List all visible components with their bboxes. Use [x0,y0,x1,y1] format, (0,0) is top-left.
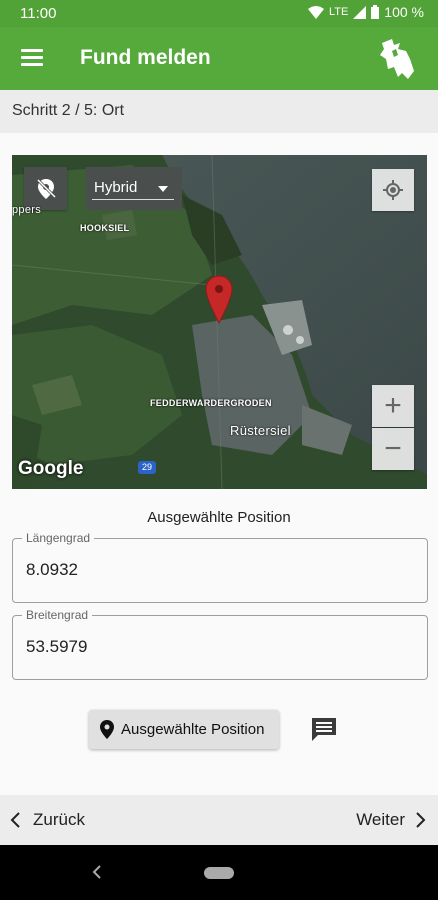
map-type-select[interactable]: Hybrid [86,167,182,210]
chevron-right-icon [416,812,426,828]
longitude-input[interactable] [26,560,406,580]
battery-icon [371,5,380,19]
map-label-ruestersiel: Rüstersiel [230,423,291,438]
my-location-button[interactable] [372,169,414,211]
longitude-label: Längengrad [22,531,95,545]
google-attribution: Google [18,458,84,479]
map-view[interactable]: Hybrid ppers HOOKSIEL FEDDERWARDERGRODEN… [12,155,427,489]
app-title: Fund melden [80,46,211,69]
map-pin-icon [100,720,114,739]
selected-position-button[interactable]: Ausgewählte Position [89,710,279,749]
next-button-label: Weiter [356,810,405,829]
chevron-down-icon [158,186,168,192]
status-icons: LTE 100 % [307,4,424,20]
step-navigation: Zurück Weiter [0,795,438,845]
system-back-icon[interactable] [90,864,104,880]
longitude-field: Längengrad [12,531,428,603]
wifi-icon [307,5,324,19]
gps-icon [383,180,403,200]
menu-icon[interactable] [18,45,46,73]
next-button[interactable]: Weiter [318,795,428,845]
step-indicator: Schritt 2 / 5: Ort [0,90,438,133]
zoom-out-button[interactable]: − [372,428,414,470]
location-off-icon [36,178,56,199]
system-navigation-bar [0,845,438,900]
back-button[interactable]: Zurück [8,795,118,845]
map-type-value: Hybrid [94,179,138,196]
system-home-handle[interactable] [204,867,234,879]
latitude-input[interactable] [26,637,406,657]
step-label: Schritt 2 / 5: Ort [12,102,125,119]
map-marker-icon[interactable] [204,275,234,325]
latitude-label: Breitengrad [22,608,93,622]
road-shield: 29 [138,461,156,474]
zoom-in-button[interactable]: + [372,385,414,427]
battery-label: 100 % [384,4,424,20]
map-label-ippers: ppers [12,204,42,216]
signal-icon [353,5,367,19]
app-bar: Fund melden [0,27,438,90]
status-bar: 11:00 LTE 100 % [0,0,438,27]
back-button-label: Zurück [33,810,85,829]
network-label: LTE [328,6,349,18]
comment-icon[interactable] [309,714,339,744]
map-label-hooksiel: HOOKSIEL [80,223,130,233]
map-type-underline [92,199,174,200]
logo-icon [380,39,414,79]
selected-position-title: Ausgewählte Position [147,509,291,526]
chevron-left-icon [10,812,20,828]
latitude-field: Breitengrad [12,608,428,680]
selected-position-button-label: Ausgewählte Position [121,721,265,738]
status-time: 11:00 [20,5,57,22]
map-label-fedderwardergroden: FEDDERWARDERGRODEN [150,398,272,408]
